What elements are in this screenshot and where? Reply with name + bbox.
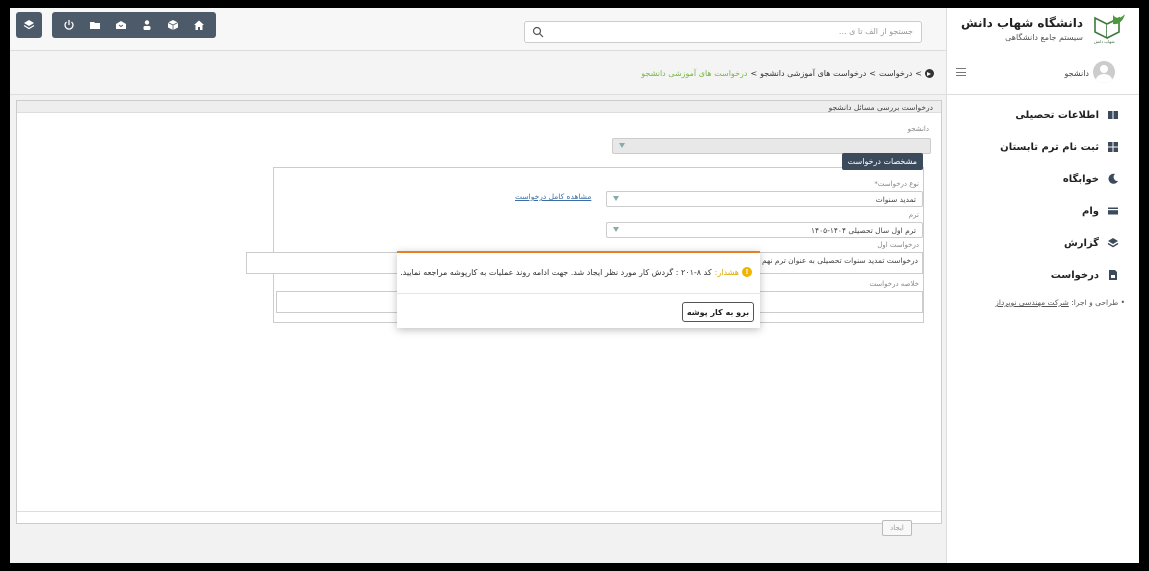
sidebar-item-label: ثبت نام ترم تابستان <box>1000 141 1099 153</box>
student-label: دانشجو <box>907 125 929 133</box>
credit-prefix: طراحی و اجرا: <box>1071 298 1119 307</box>
sidebar-item-summer-registration[interactable]: ثبت نام ترم تابستان <box>946 131 1139 163</box>
folder-icon <box>90 22 100 29</box>
sidebar-item-request[interactable]: درخواست <box>946 259 1139 291</box>
credit-line: • طراحی و اجرا: شرکت مهندسی نوپرداز <box>995 298 1125 307</box>
sidebar-item-academic-info[interactable]: اطلاعات تحصیلی <box>946 99 1139 131</box>
app-screen: جستجو از الف تا ی ... شهاب دانش دانشگاه … <box>10 8 1139 563</box>
request-type-select[interactable]: تمدید سنوات <box>606 191 923 207</box>
svg-text:شهاب دانش: شهاب دانش <box>1094 39 1115 44</box>
summary-label: خلاصه درخواست <box>869 280 919 288</box>
create-button[interactable]: ایجاد <box>882 520 912 536</box>
power-icon <box>64 20 74 30</box>
chevron-down-icon <box>613 196 619 201</box>
book-icon <box>1108 111 1118 119</box>
avatar[interactable] <box>1093 61 1115 83</box>
user-name: دانشجو <box>1064 69 1089 78</box>
sidebar-item-label: خوابگاه <box>1062 173 1099 185</box>
grid-icon <box>1108 142 1118 152</box>
first-request-label: درخواست اول <box>877 241 919 249</box>
layers-icon <box>23 20 35 30</box>
alert-message: ! هشدار: کد ۸-۲۰۱ : گردش کار مورد نظر ای… <box>400 267 752 277</box>
sidebar-item-report[interactable]: گزارش <box>946 227 1139 259</box>
arrow-circle-icon <box>925 69 934 78</box>
hamburger-menu-icon[interactable] <box>956 68 966 76</box>
first-request-value: درخواست تمدید سنوات تحصیلی به عنوان ترم … <box>762 256 918 265</box>
sidebar: دانشجو اطلاعات تحصیلی ثبت نام ترم تابستا… <box>946 51 1139 563</box>
credit-company-link[interactable]: شرکت مهندسی نوپرداز <box>995 298 1069 307</box>
folder-button[interactable] <box>82 12 108 38</box>
user-row: دانشجو <box>946 51 1139 95</box>
student-select <box>612 138 931 154</box>
home-icon <box>194 20 204 30</box>
view-full-request-link[interactable]: مشاهده کامل درخواست <box>515 192 591 201</box>
breadcrumb-active: درخواست های آموزشی دانشجو <box>641 69 748 78</box>
brand: شهاب دانش دانشگاه شهاب دانش سیستم جامع د… <box>946 8 1139 51</box>
sidebar-item-label: اطلاعات تحصیلی <box>1015 109 1099 121</box>
layers-toolbar-button[interactable] <box>16 12 42 38</box>
go-to-workfolder-button[interactable]: برو به کار پوشه <box>682 302 754 322</box>
alert-modal: ! هشدار: کد ۸-۲۰۱ : گردش کار مورد نظر ای… <box>397 251 760 328</box>
inbox-icon <box>116 21 126 29</box>
sidebar-item-label: وام <box>1082 205 1099 217</box>
warning-label: هشدار: <box>714 267 739 277</box>
user-icon <box>143 20 151 30</box>
search-icon <box>532 26 544 38</box>
chevron-down-icon <box>613 227 619 232</box>
cube-icon <box>167 20 179 30</box>
university-logo: شهاب دانش <box>1092 13 1128 45</box>
request-type-value: تمدید سنوات <box>875 195 916 204</box>
request-type-label: نوع درخواست* <box>874 180 919 188</box>
search-placeholder: جستجو از الف تا ی ... <box>838 27 913 36</box>
search-input[interactable]: جستجو از الف تا ی ... <box>524 21 922 43</box>
term-label: ترم <box>908 211 919 219</box>
power-button[interactable] <box>56 12 82 38</box>
term-select[interactable]: ترم اول سال تحصیلی ۱۴۰۴-۱۴۰۵ <box>606 222 923 238</box>
toolbar-group <box>52 12 216 38</box>
top-bar: جستجو از الف تا ی ... شهاب دانش دانشگاه … <box>10 8 1139 51</box>
breadcrumb: > درخواست > درخواست های آموزشی دانشجو > … <box>641 69 934 78</box>
modal-divider <box>397 293 760 294</box>
sidebar-menu: اطلاعات تحصیلی ثبت نام ترم تابستان خوابگ… <box>946 99 1139 291</box>
brand-title: دانشگاه شهاب دانش <box>961 16 1083 30</box>
inbox-button[interactable] <box>108 12 134 38</box>
brand-subtitle: سیستم جامع دانشگاهی <box>1005 33 1083 42</box>
chevron-down-icon <box>619 143 625 148</box>
breadcrumb-bar: > درخواست > درخواست های آموزشی دانشجو > … <box>10 51 946 95</box>
panel-header: درخواست بررسی مسائل دانشجو <box>17 101 941 113</box>
sidebar-item-dormitory[interactable]: خوابگاه <box>946 163 1139 195</box>
panel-title: درخواست بررسی مسائل دانشجو <box>828 103 933 112</box>
sidebar-item-label: درخواست <box>1050 269 1099 281</box>
fieldset-legend: مشخصات درخواست <box>841 153 923 170</box>
cube-button[interactable] <box>160 12 186 38</box>
document-icon <box>1109 270 1117 280</box>
warning-icon: ! <box>742 267 752 277</box>
card-icon <box>1108 207 1118 215</box>
breadcrumb-item-request[interactable]: درخواست <box>879 69 912 78</box>
toolbar <box>16 12 216 42</box>
breadcrumb-item-student-requests[interactable]: درخواست های آموزشی دانشجو <box>760 69 866 78</box>
sidebar-item-label: گزارش <box>1063 237 1099 249</box>
footer-divider <box>17 511 941 512</box>
moon-icon <box>1108 173 1118 184</box>
alert-text: کد ۸-۲۰۱ : گردش کار مورد نظر ایجاد شد. ج… <box>400 267 712 277</box>
home-button[interactable] <box>186 12 212 38</box>
layers-icon <box>1107 238 1119 248</box>
sidebar-item-loan[interactable]: وام <box>946 195 1139 227</box>
user-button[interactable] <box>134 12 160 38</box>
term-value: ترم اول سال تحصیلی ۱۴۰۴-۱۴۰۵ <box>811 226 916 235</box>
